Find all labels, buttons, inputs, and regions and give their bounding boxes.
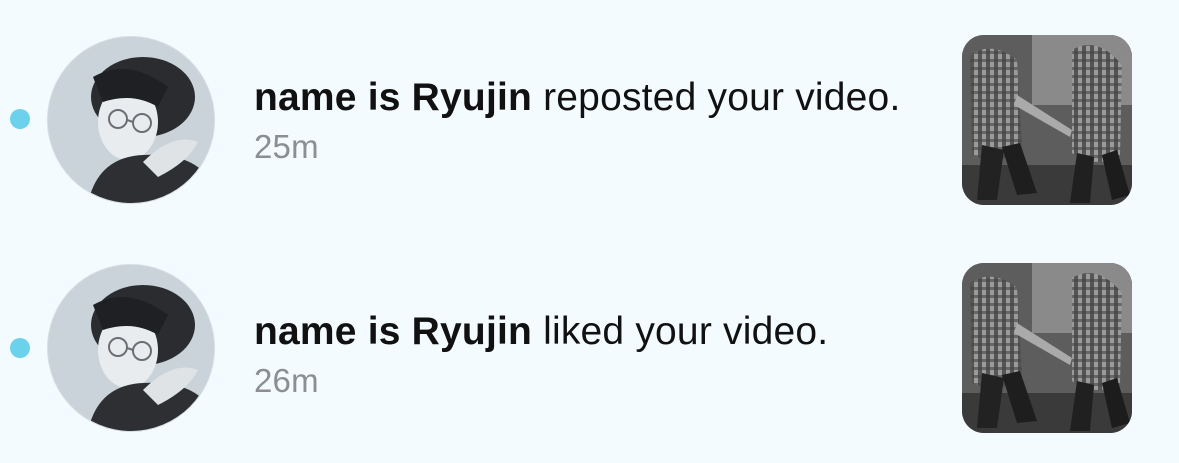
- video-thumbnail-icon: [962, 35, 1132, 205]
- timestamp: 26m: [254, 362, 319, 399]
- notification-text: name is Ryujin reposted your video. 25m: [254, 74, 904, 171]
- notification-action: liked your video.: [532, 310, 829, 353]
- username[interactable]: name is Ryujin: [254, 76, 532, 119]
- avatar[interactable]: [48, 265, 214, 431]
- profile-photo-icon: [48, 265, 214, 431]
- username[interactable]: name is Ryujin: [254, 310, 532, 353]
- notification-action: reposted your video.: [532, 76, 901, 119]
- video-thumbnail[interactable]: [962, 35, 1132, 205]
- profile-photo-icon: [48, 37, 214, 203]
- video-thumbnail[interactable]: [962, 263, 1132, 433]
- video-thumbnail-icon: [962, 263, 1132, 433]
- timestamp: 25m: [254, 128, 319, 165]
- unread-dot-icon: [10, 338, 30, 358]
- notification-row[interactable]: name is Ryujin reposted your video. 25m: [0, 0, 1179, 228]
- avatar[interactable]: [48, 37, 214, 203]
- unread-dot-icon: [10, 109, 30, 129]
- notification-text: name is Ryujin liked your video. 26m: [254, 308, 904, 405]
- notification-row[interactable]: name is Ryujin liked your video. 26m: [0, 230, 1179, 458]
